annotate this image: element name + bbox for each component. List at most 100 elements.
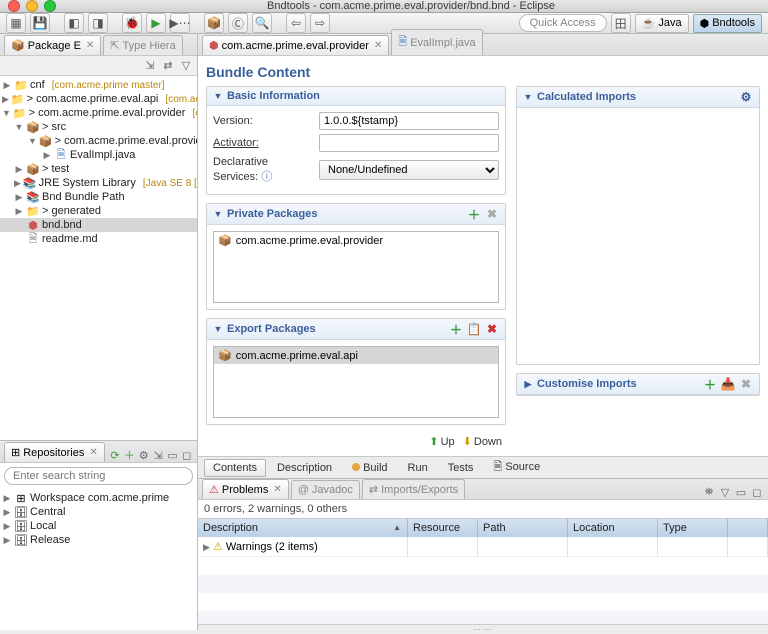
quick-access[interactable]: Quick Access [519, 14, 607, 32]
new-package-button[interactable]: 📦 [204, 13, 224, 33]
link-editor-icon[interactable]: ⇄ [161, 59, 175, 73]
expand-icon[interactable]: ▶ [203, 542, 210, 552]
expand-icon[interactable]: ▶ [2, 507, 12, 518]
tab-javadoc[interactable]: @Javadoc [291, 480, 360, 499]
collapse-icon[interactable]: ▼ [213, 91, 223, 101]
analyze-icon[interactable]: ⚙ [739, 90, 753, 104]
package-explorer-tree[interactable]: ▶📁cnf [com.acme.prime master] ▶📁> com.ac… [0, 76, 197, 440]
expand-icon[interactable]: ▶ [14, 192, 24, 203]
collapse-icon[interactable]: ▼ [28, 136, 37, 146]
view-menu-icon[interactable]: ▽ [718, 485, 732, 499]
expand-icon[interactable]: ▶ [523, 379, 533, 390]
column-resource[interactable]: Resource [408, 519, 478, 537]
perspective-bndtools[interactable]: ⬢Bndtools [693, 14, 762, 33]
column-description[interactable]: Description [198, 519, 408, 537]
ext-tools-button[interactable]: ▶⋯ [170, 13, 190, 33]
collapse-all-icon[interactable]: ⇲ [152, 448, 164, 462]
add-repo-icon[interactable]: ＋ [123, 448, 135, 462]
column-type[interactable]: Type [658, 519, 728, 537]
table-row[interactable]: ▶ ⚠ Warnings (2 items) [198, 537, 768, 557]
tab-type-hierarchy[interactable]: ⇱Type Hiera [103, 35, 182, 55]
new-type-button[interactable]: Ⓒ [228, 13, 248, 33]
collapse-icon[interactable]: ▼ [14, 122, 24, 132]
perspective-java[interactable]: ☕Java [635, 14, 689, 33]
collapse-icon[interactable]: ▼ [213, 324, 223, 334]
list-item[interactable]: 📦com.acme.prime.eval.provider [214, 232, 498, 249]
version-field[interactable] [319, 112, 499, 130]
bnd-resolve-button[interactable]: ◨ [88, 13, 108, 33]
tab-problems[interactable]: ⚠Problems✕ [202, 479, 289, 499]
filters-icon[interactable]: ⛯ [702, 485, 716, 499]
open-perspective-button[interactable]: 田 [611, 13, 631, 33]
sash-handle[interactable]: ⋯⋯ [198, 624, 768, 630]
minimize-window-button[interactable] [26, 0, 38, 12]
expand-icon[interactable]: ▶ [14, 178, 21, 189]
collapse-all-icon[interactable]: ⇲ [143, 59, 157, 73]
activator-link[interactable]: Activator: [213, 137, 313, 149]
run-button[interactable]: ▶ [146, 13, 166, 33]
maximize-icon[interactable]: ◻ [750, 485, 764, 499]
tab-build[interactable]: Build [343, 459, 396, 477]
calculated-imports-list[interactable] [517, 108, 759, 364]
expand-icon[interactable]: ▶ [2, 535, 12, 546]
close-icon[interactable]: ✕ [273, 484, 281, 495]
expand-icon[interactable]: ▶ [2, 94, 9, 105]
ds-select[interactable]: None/Undefined [319, 160, 499, 180]
private-packages-list[interactable]: 📦com.acme.prime.eval.provider [213, 231, 499, 303]
info-icon[interactable]: ⓘ [261, 171, 272, 183]
remove-icon[interactable]: ✖ [485, 207, 499, 221]
close-icon[interactable]: ✕ [89, 447, 97, 458]
zoom-window-button[interactable] [44, 0, 56, 12]
column-location[interactable]: Location [568, 519, 658, 537]
back-button[interactable]: ⇦ [286, 13, 306, 33]
search-input[interactable] [13, 470, 184, 482]
open-type-button[interactable]: 🔍 [252, 13, 272, 33]
collapse-icon[interactable]: ▼ [523, 92, 533, 102]
list-item[interactable]: 📦com.acme.prime.eval.api [214, 347, 498, 364]
forward-button[interactable]: ⇨ [310, 13, 330, 33]
tab-contents[interactable]: Contents [204, 459, 266, 477]
problems-table[interactable]: Description Resource Path Location Type … [198, 518, 768, 629]
expand-icon[interactable]: ▶ [2, 80, 12, 91]
expand-icon[interactable]: ▶ [2, 521, 12, 532]
tab-run[interactable]: Run [399, 459, 437, 477]
repo-search[interactable] [4, 467, 193, 485]
tab-repositories[interactable]: ⊞Repositories✕ [4, 442, 105, 462]
tab-package-explorer[interactable]: 📦Package E✕ [4, 35, 101, 55]
remove-icon[interactable]: ✖ [485, 322, 499, 336]
maximize-icon[interactable]: ◻ [181, 448, 193, 462]
expand-icon[interactable]: ▶ [14, 164, 24, 175]
save-button[interactable]: 💾 [30, 13, 50, 33]
export-packages-list[interactable]: 📦com.acme.prime.eval.api [213, 346, 499, 418]
remove-icon[interactable]: ✖ [739, 377, 753, 391]
debug-button[interactable]: 🐞 [122, 13, 142, 33]
add-icon[interactable]: ＋ [449, 322, 463, 336]
tab-description[interactable]: Description [268, 459, 341, 477]
move-up-button[interactable]: ⬆Up [429, 435, 454, 448]
expand-icon[interactable]: ▶ [42, 150, 52, 161]
collapse-icon[interactable]: ▼ [213, 209, 223, 219]
tab-imports-exports[interactable]: ⇄Imports/Exports [362, 479, 465, 499]
add-icon[interactable]: ＋ [703, 377, 717, 391]
new-button[interactable]: ▦ [6, 13, 26, 33]
move-down-button[interactable]: ⬇Down [463, 435, 502, 448]
close-icon[interactable]: ✕ [86, 40, 94, 51]
advanced-icon[interactable]: ⚙ [138, 448, 150, 462]
tab-source[interactable]: 🗎 Source [484, 455, 549, 480]
refresh-icon[interactable]: ⟳ [109, 448, 121, 462]
expand-icon[interactable]: ▶ [2, 493, 12, 504]
minimize-icon[interactable]: ▭ [166, 448, 178, 462]
collapse-icon[interactable]: ▼ [2, 108, 11, 118]
tab-bnd-editor[interactable]: ⬢com.acme.prime.eval.provider✕ [202, 35, 389, 55]
close-icon[interactable]: ✕ [374, 40, 382, 51]
clipboard-icon[interactable]: 📋 [467, 322, 481, 336]
view-menu-icon[interactable]: ▽ [179, 59, 193, 73]
tab-evalimpl[interactable]: 🗎EvalImpl.java [391, 29, 482, 55]
column-path[interactable]: Path [478, 519, 568, 537]
insert-icon[interactable]: 📥 [721, 377, 735, 391]
add-icon[interactable]: ＋ [467, 207, 481, 221]
close-window-button[interactable] [8, 0, 20, 12]
expand-icon[interactable]: ▶ [14, 206, 24, 217]
activator-field[interactable] [319, 134, 499, 152]
minimize-icon[interactable]: ▭ [734, 485, 748, 499]
